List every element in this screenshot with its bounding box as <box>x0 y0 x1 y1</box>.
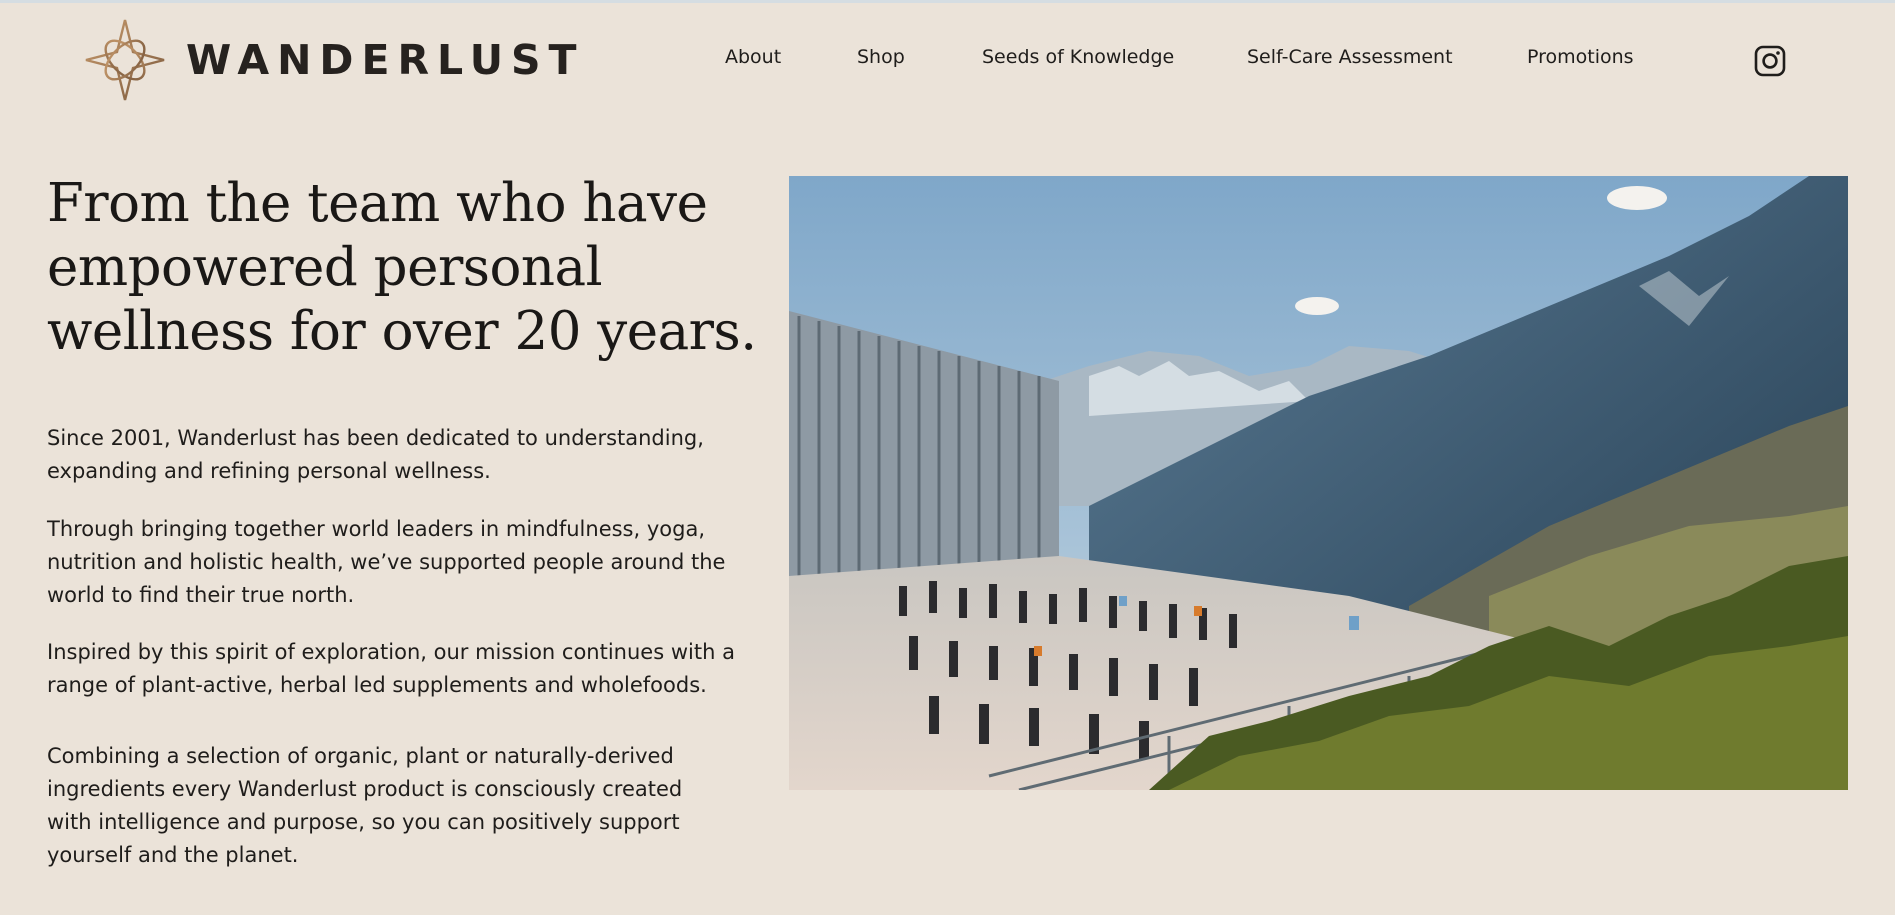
headline-line: empowered personal <box>47 237 603 298</box>
brand-logo[interactable]: WANDERLUST <box>84 18 585 102</box>
hero-image <box>789 176 1848 790</box>
mission-paragraph: Inspired by this spirit of exploration, … <box>47 636 747 702</box>
nav-self-care-assessment[interactable]: Self-Care Assessment <box>1247 46 1453 68</box>
text-line: Since 2001, Wanderlust has been dedicate… <box>47 426 704 450</box>
nav-promotions[interactable]: Promotions <box>1527 46 1634 68</box>
headline-line: From the team who have <box>47 173 708 234</box>
instagram-icon[interactable] <box>1754 45 1786 77</box>
nav-about[interactable]: About <box>725 46 781 68</box>
text-line: with intelligence and purpose, so you ca… <box>47 810 680 834</box>
products-paragraph: Combining a selection of organic, plant … <box>47 740 747 872</box>
intro-paragraph: Since 2001, Wanderlust has been dedicate… <box>47 422 747 488</box>
nav-shop[interactable]: Shop <box>857 46 905 68</box>
headline-line: wellness for over 20 years. <box>47 301 757 362</box>
yoga-mountain-photo <box>789 176 1848 790</box>
text-line: Combining a selection of organic, plant … <box>47 744 674 768</box>
top-border <box>0 0 1895 3</box>
text-line: ingredients every Wanderlust product is … <box>47 777 683 801</box>
text-line: Inspired by this spirit of exploration, … <box>47 640 735 664</box>
hero-headline: From the team who have empowered persona… <box>47 172 767 364</box>
text-line: nutrition and holistic health, we’ve sup… <box>47 550 726 574</box>
compass-logo-icon <box>85 19 165 101</box>
history-paragraph: Through bringing together world leaders … <box>47 513 747 612</box>
text-line: expanding and refining personal wellness… <box>47 459 491 483</box>
text-line: range of plant-active, herbal led supple… <box>47 673 707 697</box>
text-line: Through bringing together world leaders … <box>47 517 705 541</box>
text-line: yourself and the planet. <box>47 843 299 867</box>
brand-wordmark: WANDERLUST <box>186 36 585 84</box>
text-line: world to find their true north. <box>47 583 355 607</box>
nav-seeds-of-knowledge[interactable]: Seeds of Knowledge <box>982 46 1174 68</box>
